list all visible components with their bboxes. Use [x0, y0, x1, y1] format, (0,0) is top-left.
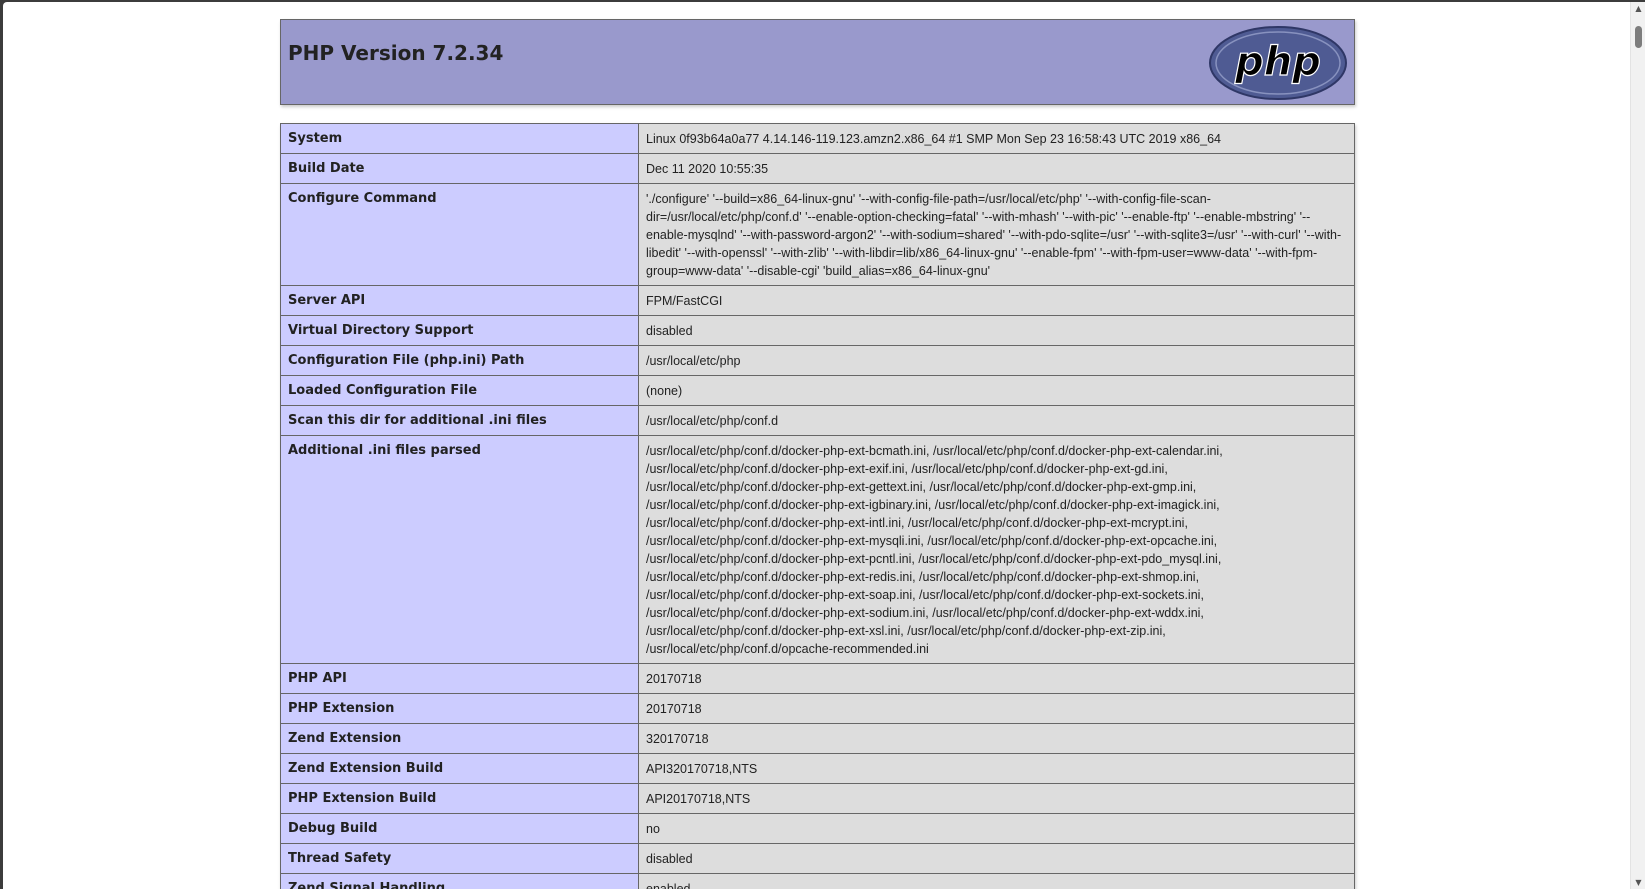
row-key: Configuration File (php.ini) Path: [280, 345, 639, 376]
row-value: /usr/local/etc/php/conf.d/docker-php-ext…: [638, 435, 1355, 664]
row-key: System: [280, 123, 639, 154]
scrollbar-thumb[interactable]: [1635, 26, 1642, 48]
row-value: './configure' '--build=x86_64-linux-gnu'…: [638, 183, 1355, 286]
browser-viewport: PHP Version 7.2.34 php System Linux 0f93b…: [3, 2, 1630, 889]
table-row: Server API FPM/FastCGI: [280, 285, 1355, 316]
row-value: Linux 0f93b64a0a77 4.14.146-119.123.amzn…: [638, 123, 1355, 154]
row-value: (none): [638, 375, 1355, 406]
row-key: Virtual Directory Support: [280, 315, 639, 346]
row-value: disabled: [638, 315, 1355, 346]
table-row: PHP Extension Build API20170718,NTS: [280, 783, 1355, 814]
php-version-header: PHP Version 7.2.34 php: [280, 19, 1355, 105]
table-row: Zend Extension 320170718: [280, 723, 1355, 754]
scroll-down-arrow-icon[interactable]: ▼: [1634, 878, 1643, 887]
table-row: Virtual Directory Support disabled: [280, 315, 1355, 346]
row-key: Thread Safety: [280, 843, 639, 874]
row-key: PHP Extension: [280, 693, 639, 724]
table-row: Build Date Dec 11 2020 10:55:35: [280, 153, 1355, 184]
php-logo-text: php: [1234, 39, 1321, 85]
scroll-up-arrow-icon[interactable]: ▲: [1634, 4, 1643, 13]
row-key: Build Date: [280, 153, 639, 184]
table-row: Scan this dir for additional .ini files /…: [280, 405, 1355, 436]
row-value: 20170718: [638, 663, 1355, 694]
row-value: /usr/local/etc/php/conf.d: [638, 405, 1355, 436]
table-row: System Linux 0f93b64a0a77 4.14.146-119.12…: [280, 123, 1355, 154]
table-row: Additional .ini files parsed/usr/local/e…: [280, 435, 1355, 664]
phpinfo-container: PHP Version 7.2.34 php System Linux 0f93b…: [280, 19, 1355, 889]
row-key: Debug Build: [280, 813, 639, 844]
php-info-table: System Linux 0f93b64a0a77 4.14.146-119.12…: [280, 123, 1355, 889]
page-title: PHP Version 7.2.34: [288, 41, 504, 65]
row-key: Server API: [280, 285, 639, 316]
table-row: Loaded Configuration File (none): [280, 375, 1355, 406]
row-key: Additional .ini files parsed: [280, 435, 639, 664]
row-value: 20170718: [638, 693, 1355, 724]
row-value: API20170718,NTS: [638, 783, 1355, 814]
row-value: /usr/local/etc/php: [638, 345, 1355, 376]
table-row: PHP Extension 20170718: [280, 693, 1355, 724]
table-row: Debug Build no: [280, 813, 1355, 844]
row-key: Zend Extension Build: [280, 753, 639, 784]
row-value: 320170718: [638, 723, 1355, 754]
row-value: disabled: [638, 843, 1355, 874]
php-logo-icon[interactable]: php: [1208, 25, 1348, 101]
row-value: no: [638, 813, 1355, 844]
table-row: Zend Signal Handling enabled: [280, 873, 1355, 889]
table-row: Configuration File (php.ini) Path/usr/lo…: [280, 345, 1355, 376]
row-value: API320170718,NTS: [638, 753, 1355, 784]
row-key: PHP API: [280, 663, 639, 694]
row-key: Configure Command: [280, 183, 639, 286]
table-row: Thread Safety disabled: [280, 843, 1355, 874]
row-value: Dec 11 2020 10:55:35: [638, 153, 1355, 184]
row-key: Scan this dir for additional .ini files: [280, 405, 639, 436]
table-row: Configure Command './configure' '--build=…: [280, 183, 1355, 286]
row-key: Loaded Configuration File: [280, 375, 639, 406]
vertical-scrollbar[interactable]: ▲ ▼: [1630, 2, 1645, 889]
row-key: Zend Extension: [280, 723, 639, 754]
row-key: Zend Signal Handling: [280, 873, 639, 889]
table-row: Zend Extension Build API320170718,NTS: [280, 753, 1355, 784]
table-row: PHP API 20170718: [280, 663, 1355, 694]
row-value: enabled: [638, 873, 1355, 889]
row-value: FPM/FastCGI: [638, 285, 1355, 316]
row-key: PHP Extension Build: [280, 783, 639, 814]
